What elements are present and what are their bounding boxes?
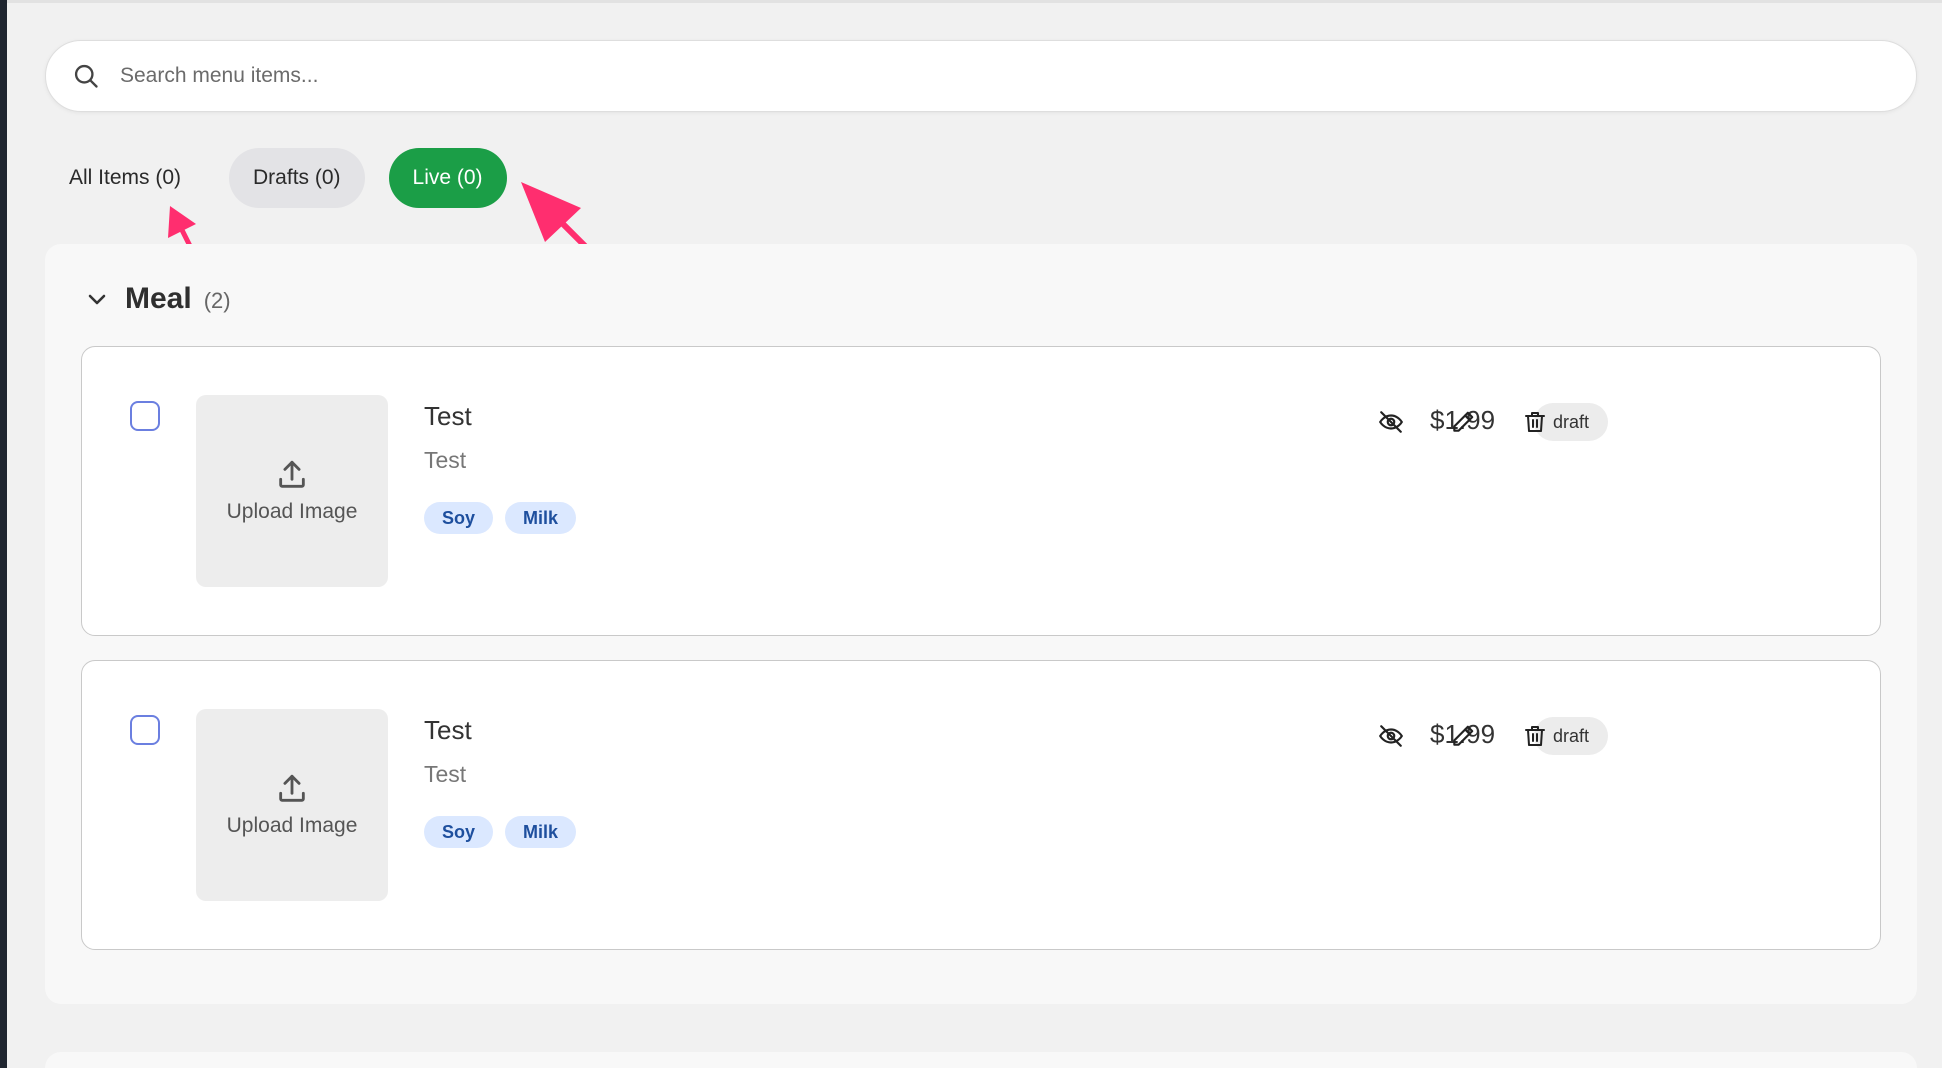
item-name: Test — [424, 715, 472, 745]
item-tags: Soy Milk — [424, 816, 588, 848]
trash-icon — [1525, 726, 1545, 746]
menu-item-card: Upload Image Test Test Soy Milk $1.99 dr… — [81, 346, 1881, 636]
category-panel: Meal (2) Upload Image Test Test Soy Milk… — [45, 244, 1917, 1004]
window-edge — [0, 0, 7, 1068]
search-icon — [74, 64, 98, 88]
allergen-tag: Soy — [424, 816, 494, 848]
pencil-icon — [1453, 411, 1474, 432]
tab-live[interactable]: Live (0) — [388, 148, 507, 208]
item-checkbox[interactable] — [130, 715, 160, 745]
item-description: Test — [424, 447, 467, 473]
upload-icon — [279, 774, 305, 802]
item-description: Test — [424, 761, 467, 787]
upload-image-label: Upload Image — [226, 500, 358, 523]
category-header[interactable]: Meal (2) — [85, 282, 231, 316]
top-divider — [7, 0, 1942, 3]
edit-button[interactable] — [1448, 407, 1478, 437]
filter-tabs: All Items (0) Drafts (0) Live (0) — [45, 148, 531, 208]
next-category-panel — [45, 1052, 1917, 1068]
item-tags: Soy Milk — [424, 502, 588, 534]
eye-off-icon — [1379, 725, 1403, 747]
upload-icon — [279, 460, 305, 488]
allergen-tag: Soy — [424, 502, 494, 534]
edit-button[interactable] — [1448, 721, 1478, 751]
allergen-tag: Milk — [505, 502, 577, 534]
menu-item-card: Upload Image Test Test Soy Milk $1.99 dr… — [81, 660, 1881, 950]
upload-image-button[interactable]: Upload Image — [196, 709, 388, 901]
toggle-visibility-button[interactable] — [1376, 721, 1406, 751]
item-checkbox[interactable] — [130, 401, 160, 431]
pencil-icon — [1453, 725, 1474, 746]
search-input[interactable] — [120, 64, 1820, 88]
upload-image-label: Upload Image — [226, 814, 358, 837]
tab-drafts[interactable]: Drafts (0) — [229, 148, 365, 208]
tab-all-items[interactable]: All Items (0) — [45, 148, 205, 208]
delete-button[interactable] — [1520, 721, 1550, 751]
category-count: (2) — [203, 288, 231, 313]
allergen-tag: Milk — [505, 816, 577, 848]
toggle-visibility-button[interactable] — [1376, 407, 1406, 437]
chevron-down-icon[interactable] — [85, 287, 109, 311]
eye-off-icon — [1379, 411, 1403, 433]
search-bar[interactable] — [45, 40, 1917, 112]
category-title: Meal — [125, 282, 192, 315]
delete-button[interactable] — [1520, 407, 1550, 437]
upload-image-button[interactable]: Upload Image — [196, 395, 388, 587]
trash-icon — [1525, 412, 1545, 432]
item-name: Test — [424, 401, 472, 431]
